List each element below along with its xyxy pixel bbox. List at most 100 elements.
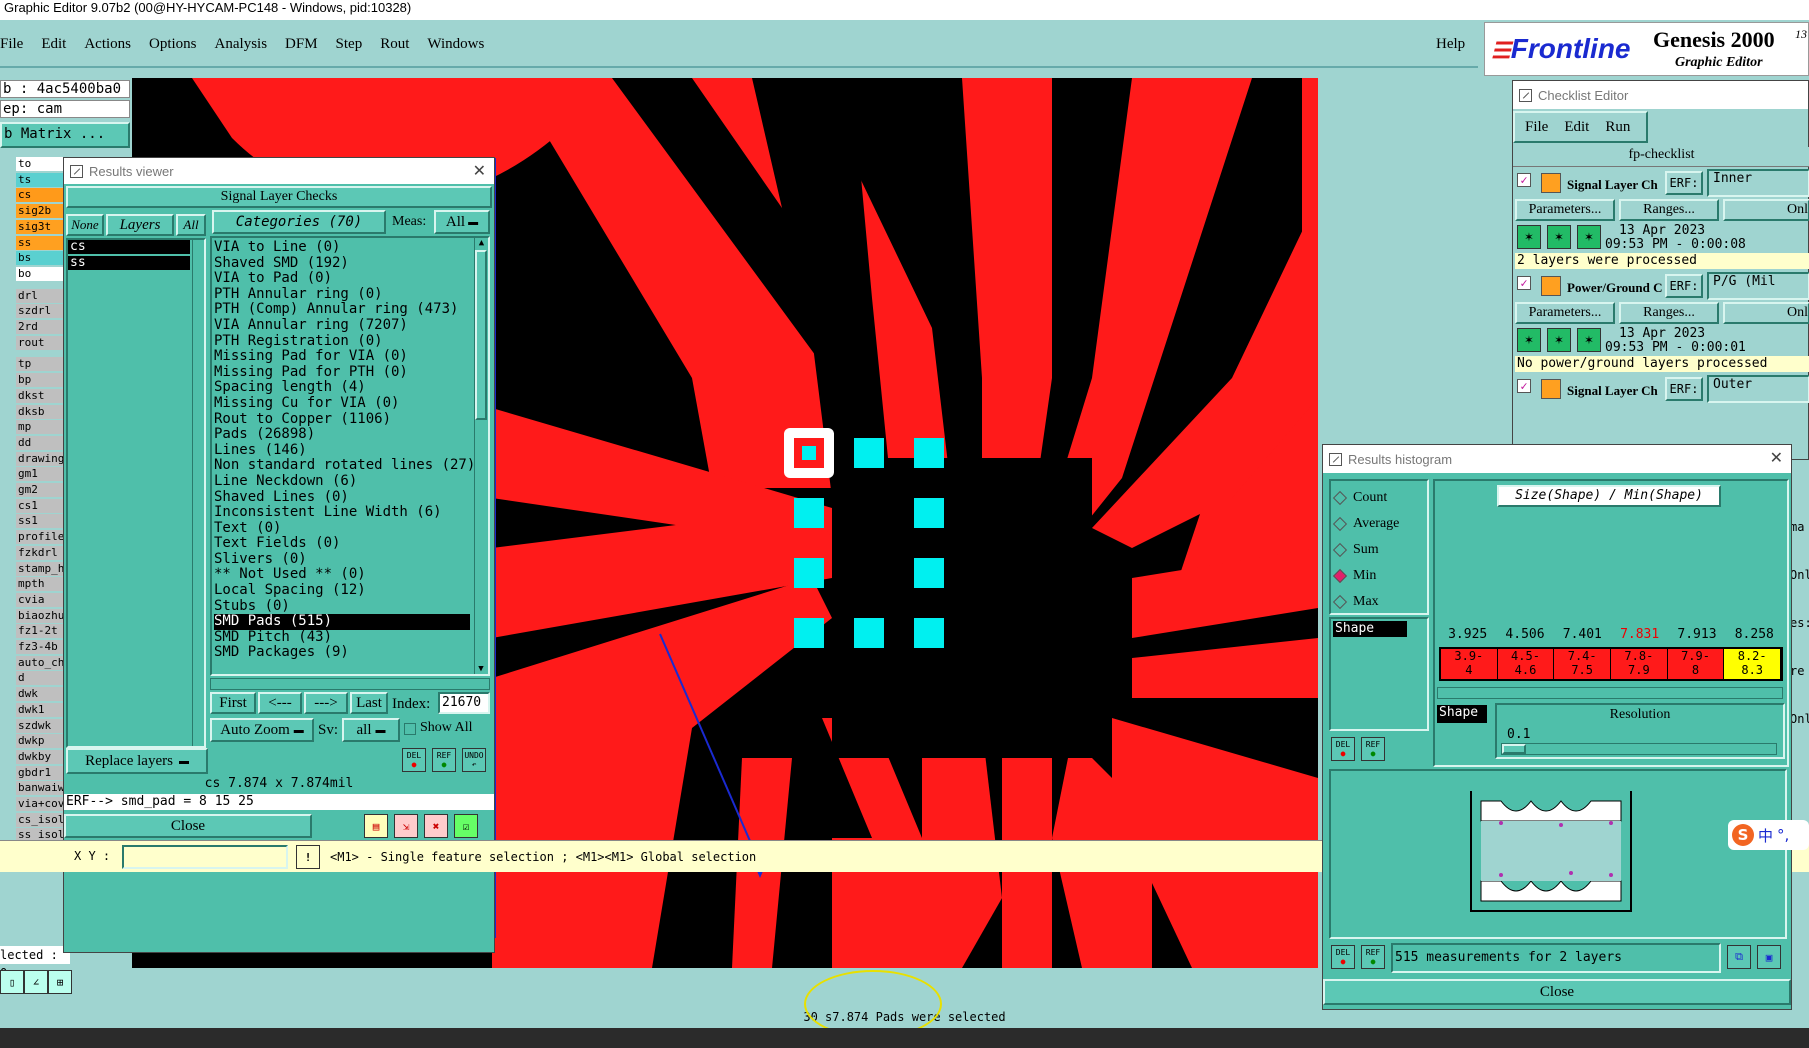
ime-indicator[interactable]: S 中 °, xyxy=(1728,820,1809,850)
none-button[interactable]: None xyxy=(66,214,104,236)
menu-windows[interactable]: Windows xyxy=(418,36,493,53)
menu-rout[interactable]: Rout xyxy=(371,36,418,53)
ranges-button[interactable]: Ranges... xyxy=(1619,302,1719,324)
toolbar-icon-3[interactable]: ✖ xyxy=(424,814,448,838)
scroll-down-icon[interactable]: ▼ xyxy=(475,664,487,674)
checklist-menu-file[interactable]: File xyxy=(1525,119,1548,136)
histogram-close-button[interactable]: Close xyxy=(1323,979,1791,1005)
hist-bin[interactable]: 8.2- 8.3 xyxy=(1724,649,1782,679)
categories-button[interactable]: Categories (70) xyxy=(212,210,386,234)
category-item[interactable]: Missing Pad for PTH (0) xyxy=(214,364,470,381)
hist-bin[interactable]: 7.4- 7.5 xyxy=(1554,649,1612,679)
category-item[interactable]: PTH Registration (0) xyxy=(214,333,470,350)
category-item[interactable]: PTH (Comp) Annular ring (473) xyxy=(214,302,470,318)
next-button[interactable]: ---> xyxy=(304,692,348,714)
erf-value[interactable]: Outer xyxy=(1707,375,1809,403)
hist-bin[interactable]: 4.5- 4.6 xyxy=(1497,649,1555,679)
resolution-slider[interactable] xyxy=(1501,743,1777,755)
ranges-button[interactable]: Ranges... xyxy=(1619,199,1719,221)
alert-icon[interactable]: ! xyxy=(296,845,320,869)
menu-analysis[interactable]: Analysis xyxy=(206,36,277,53)
checklist-menu-run[interactable]: Run xyxy=(1605,119,1630,136)
hist-bin[interactable]: 7.9- 8 xyxy=(1667,649,1725,679)
category-item[interactable]: Shaved Lines (0) xyxy=(214,489,470,506)
category-item[interactable]: Text Fields (0) xyxy=(214,536,470,552)
prev-button[interactable]: <--- xyxy=(258,692,302,714)
categories-scrollbar[interactable]: ▲ ▼ xyxy=(474,238,488,674)
toolbar-icon-2[interactable]: ⇲ xyxy=(394,814,418,838)
hist-del-icon-2[interactable]: DEL ● xyxy=(1331,945,1355,969)
erf-button[interactable]: ERF: xyxy=(1665,171,1703,195)
sv-select[interactable]: all ▬ xyxy=(342,718,400,742)
hist-print-icon[interactable]: ▣ xyxy=(1757,945,1781,969)
layers-button[interactable]: Layers xyxy=(106,214,174,236)
hist-option-min[interactable]: Min xyxy=(1332,563,1399,589)
toolbar-icon-1[interactable]: ▤ xyxy=(364,814,388,838)
ref-icon[interactable]: REF ● xyxy=(432,748,456,772)
results-viewer-close-button[interactable]: Close xyxy=(64,814,312,838)
hist-option-count[interactable]: Count xyxy=(1332,485,1399,511)
hist-bin[interactable]: 7.8- 7.9 xyxy=(1611,649,1668,679)
run-icon[interactable]: ✶ xyxy=(1517,225,1541,249)
first-button[interactable]: First xyxy=(210,692,256,714)
run-all-icon[interactable]: ✶ xyxy=(1547,328,1571,352)
undo-icon[interactable]: UNDO ↶ xyxy=(462,748,486,772)
erf-button[interactable]: ERF: xyxy=(1665,274,1703,298)
category-item[interactable]: SMD Pitch (43) xyxy=(214,629,470,646)
category-item[interactable]: SMD Pads (515) xyxy=(214,614,470,630)
menu-dfm[interactable]: DFM xyxy=(276,36,327,53)
check-label[interactable]: Signal Layer Ch xyxy=(1567,383,1665,399)
category-item[interactable]: VIA Annular ring (7207) xyxy=(214,317,470,334)
histogram-shape-list[interactable]: Shape xyxy=(1329,617,1429,731)
index-input[interactable]: 21670 xyxy=(438,692,490,714)
categories-listbox[interactable]: VIA to Line (0) Shaved SMD (192) VIA to Pa… xyxy=(210,236,490,676)
category-item[interactable]: Spacing length (4) xyxy=(214,380,470,396)
category-item[interactable]: Non standard rotated lines (27) xyxy=(214,458,475,474)
erf-value[interactable]: P/G (Mil xyxy=(1707,272,1809,300)
menu-edit[interactable]: Edit xyxy=(32,36,75,53)
hist-option-max[interactable]: Max xyxy=(1332,589,1399,615)
tool-icon-grid[interactable]: ⊞ xyxy=(48,970,72,994)
all-layers-button[interactable]: All xyxy=(176,214,206,236)
layers-scrollbar[interactable] xyxy=(192,240,204,746)
check-mark-icon[interactable]: ✓ xyxy=(1517,379,1531,393)
tool-icon-angle[interactable]: ∠ xyxy=(24,970,48,994)
shape-list-item[interactable]: Shape xyxy=(1333,621,1407,637)
online-button[interactable]: Onl xyxy=(1723,199,1809,221)
menu-step[interactable]: Step xyxy=(327,36,372,53)
rv-layer-item[interactable]: ss xyxy=(68,256,190,270)
parameters-button[interactable]: Parameters... xyxy=(1515,199,1615,221)
last-button[interactable]: Last xyxy=(350,692,388,714)
run-stop-icon[interactable]: ✶ xyxy=(1577,225,1601,249)
histogram-hscroll[interactable] xyxy=(1437,687,1783,699)
checklist-menu-edit[interactable]: Edit xyxy=(1564,119,1589,136)
category-item[interactable]: Stubs (0) xyxy=(214,598,470,615)
check-label[interactable]: Signal Layer Ch xyxy=(1567,177,1665,193)
job-matrix-button[interactable]: b Matrix ... xyxy=(0,122,130,148)
menu-options[interactable]: Options xyxy=(140,36,206,53)
scroll-thumb[interactable] xyxy=(475,250,487,420)
erf-value[interactable]: Inner xyxy=(1707,169,1809,197)
category-item[interactable]: VIA to Line (0) xyxy=(214,239,470,256)
categories-hscroll[interactable] xyxy=(210,678,490,690)
close-icon[interactable]: ✕ xyxy=(1770,448,1783,468)
erf-button[interactable]: ERF: xyxy=(1665,377,1703,401)
category-item[interactable]: SMD Packages (9) xyxy=(214,645,470,661)
close-icon[interactable]: ✕ xyxy=(473,161,486,181)
run-stop-icon[interactable]: ✶ xyxy=(1577,328,1601,352)
category-item[interactable]: Local Spacing (12) xyxy=(214,582,470,599)
hist-bin[interactable]: 3.9- 4 xyxy=(1441,649,1498,679)
category-item[interactable]: Shaved SMD (192) xyxy=(214,255,470,272)
rv-layer-item[interactable]: cs xyxy=(68,240,190,254)
meas-select[interactable]: All ▬ xyxy=(434,210,490,234)
hist-export-icon[interactable]: ⧉ xyxy=(1727,945,1751,969)
category-item[interactable]: Slivers (0) xyxy=(214,551,470,568)
scroll-up-icon[interactable]: ▲ xyxy=(475,238,488,248)
auto-zoom-select[interactable]: Auto Zoom ▬ xyxy=(210,718,314,742)
parameters-button[interactable]: Parameters... xyxy=(1515,302,1615,324)
category-item[interactable]: Text (0) xyxy=(214,520,470,537)
category-item[interactable]: VIA to Pad (0) xyxy=(214,271,470,287)
toolbar-icon-4[interactable]: ☑ xyxy=(454,814,478,838)
category-item[interactable]: Missing Pad for VIA (0) xyxy=(214,349,470,365)
layers-listbox[interactable]: cs ss xyxy=(66,238,206,748)
